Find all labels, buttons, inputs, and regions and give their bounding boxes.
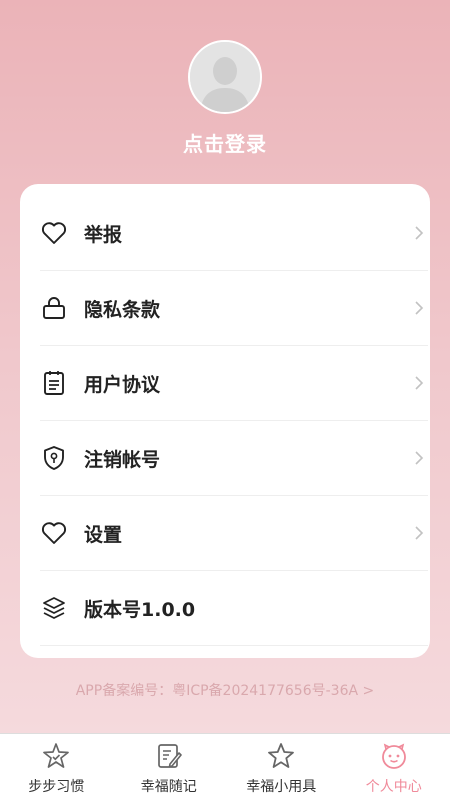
chevron-right-icon [410,449,428,467]
layers-icon [40,594,68,622]
lock-icon [40,294,68,322]
tab-habits[interactable]: 步步习惯 [0,734,113,801]
chevron-right-icon [410,299,428,317]
shield-icon [40,444,68,472]
menu-item-user-agreement[interactable]: 用户协议 [40,346,428,421]
menu-item-version: 版本号1.0.0 [40,571,428,646]
tab-label: 步步习惯 [28,776,84,796]
menu-item-label: 举报 [84,220,410,247]
profile-header: 点击登录 [0,40,450,157]
tab-profile[interactable]: 个人中心 [338,734,450,801]
menu-item-delete-account[interactable]: 注销帐号 [40,421,428,496]
avatar[interactable] [188,40,262,114]
smiley-icon [380,742,408,770]
tab-label: 幸福小用具 [246,776,316,796]
menu-card: 举报 隐私条款 用户协议 注销帐号 设置 [20,184,430,658]
heart-icon [40,519,68,547]
star-badge-icon [42,742,70,770]
login-button[interactable]: 点击登录 [0,128,450,157]
chevron-right-icon [410,374,428,392]
heart-icon [40,219,68,247]
tab-tools[interactable]: 幸福小用具 [225,734,338,801]
menu-item-label: 注销帐号 [84,445,410,472]
tab-label: 个人中心 [366,776,422,796]
chevron-right-icon [410,224,428,242]
document-icon [40,369,68,397]
star-icon [267,742,295,770]
menu-item-label: 用户协议 [84,370,410,397]
menu-item-label: 设置 [84,520,410,547]
icp-filing-link[interactable]: APP备案编号：粤ICP备2024177656号-36A > [0,680,450,700]
menu-item-report[interactable]: 举报 [40,196,428,271]
tab-journal[interactable]: 幸福随记 [113,734,226,801]
menu-item-privacy[interactable]: 隐私条款 [40,271,428,346]
menu-item-settings[interactable]: 设置 [40,496,428,571]
bottom-tab-bar: 步步习惯 幸福随记 幸福小用具 个人中心 [0,733,450,801]
tab-label: 幸福随记 [141,776,197,796]
edit-note-icon [155,742,183,770]
version-label: 版本号1.0.0 [84,595,428,622]
default-avatar-icon [190,42,260,112]
menu-item-label: 隐私条款 [84,295,410,322]
chevron-right-icon [410,524,428,542]
